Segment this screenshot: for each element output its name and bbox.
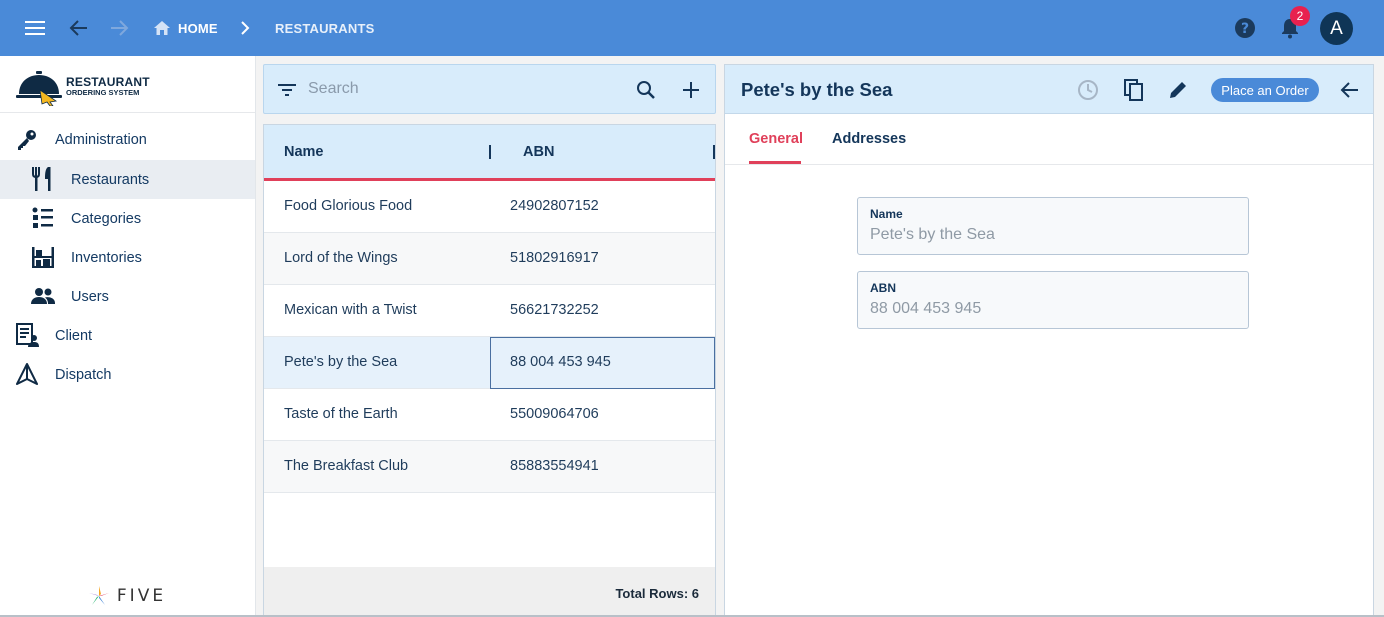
- users-icon: [31, 284, 55, 308]
- client-form-icon: [15, 323, 39, 347]
- sidebar-item-label: Inventories: [71, 249, 142, 266]
- breadcrumb-current: RESTAURANTS: [275, 21, 375, 36]
- sidebar-divider: [0, 112, 255, 113]
- active-tab-indicator: [749, 161, 801, 164]
- back-arrow-icon[interactable]: [1337, 77, 1363, 103]
- cell-abn: 24902807152: [510, 198, 599, 214]
- abn-field[interactable]: ABN 88 004 453 945: [857, 271, 1249, 329]
- chevron-right-icon: [236, 18, 254, 38]
- cell-name: The Breakfast Club: [284, 458, 409, 474]
- sidebar-item-administration[interactable]: Administration: [0, 120, 255, 159]
- name-field[interactable]: Name Pete's by the Sea: [857, 197, 1249, 255]
- tab-addresses[interactable]: Addresses: [832, 131, 906, 147]
- column-resize-handle[interactable]: [713, 145, 715, 159]
- cell-name: Pete's by the Sea: [284, 354, 398, 370]
- app-logo: RESTAURANT ORDERING SYSTEM: [16, 68, 246, 108]
- sidebar-item-label: Restaurants: [71, 171, 150, 188]
- field-label: ABN: [870, 281, 896, 295]
- svg-text:?: ?: [1241, 21, 1249, 37]
- cell-abn: 85883554941: [510, 458, 599, 474]
- field-label: Name: [870, 207, 903, 221]
- column-resize-handle[interactable]: [489, 145, 491, 159]
- logo-subtitle: ORDERING SYSTEM: [66, 88, 140, 97]
- field-value: 88 004 453 945: [870, 300, 982, 317]
- five-brand-footer: FIVE: [15, 580, 238, 612]
- back-arrow-icon[interactable]: [66, 16, 92, 40]
- dispatch-icon: [15, 362, 39, 386]
- notification-badge: 2: [1290, 6, 1310, 26]
- table-row[interactable]: Mexican with a Twist 56621732252: [264, 285, 715, 337]
- sidebar-item-inventories[interactable]: Inventories: [0, 238, 255, 277]
- edit-pencil-icon[interactable]: [1165, 77, 1191, 103]
- avatar[interactable]: A: [1320, 12, 1353, 45]
- forward-arrow-icon[interactable]: [106, 16, 132, 40]
- column-header-name[interactable]: Name: [284, 144, 324, 160]
- sidebar: RESTAURANT ORDERING SYSTEM Administratio…: [0, 56, 256, 617]
- table-row[interactable]: Taste of the Earth 55009064706: [264, 389, 715, 441]
- table-row[interactable]: The Breakfast Club 85883554941: [264, 441, 715, 493]
- logo-title: RESTAURANT: [66, 75, 150, 89]
- detail-title: Pete's by the Sea: [741, 79, 893, 100]
- cloche-logo-icon: [16, 71, 62, 106]
- cell-abn: 56621732252: [510, 302, 599, 318]
- sidebar-item-users[interactable]: Users: [0, 277, 255, 316]
- cell-abn: 55009064706: [510, 406, 599, 422]
- cell-name: Lord of the Wings: [284, 250, 398, 266]
- field-value: Pete's by the Sea: [870, 226, 995, 243]
- sidebar-item-label: Dispatch: [55, 366, 112, 383]
- restaurants-list: Name ABN Food Glorious Food 24902807152 …: [263, 124, 716, 617]
- table-row[interactable]: Food Glorious Food 24902807152: [264, 181, 715, 233]
- add-icon[interactable]: [679, 78, 703, 102]
- home-icon[interactable]: [151, 18, 173, 38]
- sidebar-item-label: Client: [55, 327, 93, 344]
- detail-header: Pete's by the Sea Place an Order: [725, 65, 1373, 114]
- five-logo-icon: [88, 586, 109, 605]
- cell-name: Taste of the Earth: [284, 406, 398, 422]
- cell-name: Mexican with a Twist: [284, 302, 417, 318]
- sidebar-item-restaurants[interactable]: Restaurants: [0, 160, 255, 199]
- sidebar-item-label: Users: [71, 288, 109, 305]
- five-brand-text: FIVE: [116, 586, 167, 606]
- copy-icon[interactable]: [1121, 77, 1147, 103]
- menu-icon[interactable]: [22, 16, 48, 40]
- sidebar-item-dispatch[interactable]: Dispatch: [0, 355, 255, 394]
- total-rows: Total Rows: 6: [615, 586, 699, 601]
- help-icon[interactable]: ?: [1232, 15, 1258, 41]
- cell-name: Food Glorious Food: [284, 198, 413, 214]
- table-row-selected[interactable]: Pete's by the Sea 88 004 453 945: [264, 337, 715, 389]
- key-icon: [15, 128, 39, 152]
- history-icon[interactable]: [1075, 77, 1101, 103]
- sidebar-item-label: Administration: [55, 131, 147, 148]
- cell-abn: 51802916917: [510, 250, 599, 266]
- detail-panel: Pete's by the Sea Place an Order General…: [724, 64, 1374, 617]
- list-header: Name ABN: [264, 125, 715, 181]
- fork-knife-icon: [31, 167, 55, 191]
- shelves-icon: [31, 245, 55, 269]
- sidebar-item-categories[interactable]: Categories: [0, 199, 255, 238]
- breadcrumb-home[interactable]: HOME: [178, 21, 218, 36]
- sidebar-item-client[interactable]: Client: [0, 316, 255, 355]
- top-app-bar: HOME RESTAURANTS ? 2 A: [0, 0, 1384, 56]
- tab-general[interactable]: General: [749, 131, 803, 147]
- filter-icon[interactable]: [276, 79, 298, 101]
- table-row[interactable]: Lord of the Wings 51802916917: [264, 233, 715, 285]
- cell-abn: 88 004 453 945: [510, 354, 611, 370]
- detail-tabs: General Addresses: [725, 115, 1373, 165]
- list-footer: Total Rows: 6: [264, 567, 715, 617]
- list-search-bar: [263, 64, 716, 114]
- column-header-abn[interactable]: ABN: [523, 144, 554, 160]
- search-icon[interactable]: [634, 78, 658, 102]
- place-order-button[interactable]: Place an Order: [1211, 78, 1319, 102]
- search-input[interactable]: [308, 77, 608, 101]
- list-icon: [31, 206, 55, 230]
- sidebar-item-label: Categories: [71, 210, 142, 227]
